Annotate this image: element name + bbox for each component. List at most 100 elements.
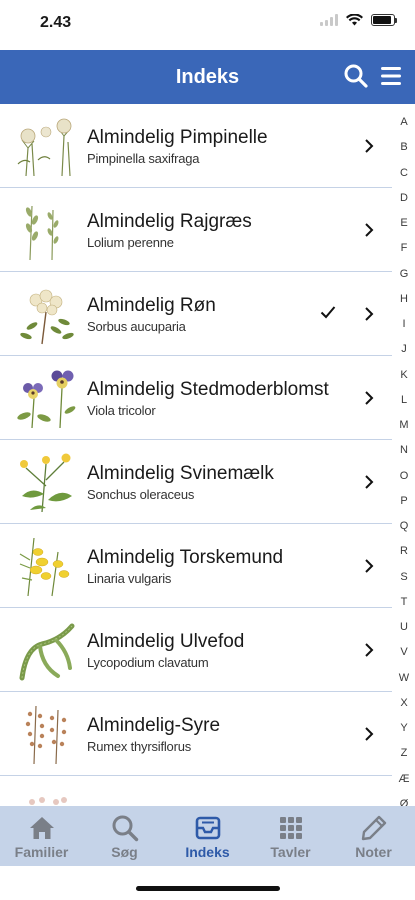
tab-sog[interactable]: Søg: [83, 806, 166, 866]
alphabet-index[interactable]: A B C D E F G H I J K L M N O P Q R S T …: [393, 116, 415, 810]
inbox-icon: [195, 816, 220, 840]
alphabet-letter[interactable]: T: [401, 596, 408, 608]
grass-plant-illustration: [25, 205, 59, 261]
list-item[interactable]: Almindelig Torskemund Linaria vulgaris: [0, 524, 392, 608]
search-icon: [112, 815, 138, 842]
home-icon: [29, 817, 54, 839]
alphabet-letter[interactable]: M: [399, 419, 408, 431]
rowan-plant-illustration: [20, 289, 74, 345]
alphabet-letter[interactable]: B: [400, 141, 407, 153]
status-time: 2.43: [40, 14, 72, 31]
chevron-right-icon: [365, 223, 374, 237]
row-text: Almindelig Pimpinelle Pimpinella saxifra…: [87, 104, 342, 187]
alphabet-letter[interactable]: Æ: [399, 773, 410, 785]
species-name: Almindelig Ulvefod: [87, 630, 245, 652]
alphabet-letter[interactable]: R: [400, 545, 408, 557]
alphabet-letter[interactable]: N: [400, 444, 408, 456]
list-item-partial[interactable]: [0, 776, 392, 806]
chevron-right-icon: [365, 643, 374, 657]
chevron-right-icon: [365, 139, 374, 153]
latin-name: Lolium perenne: [87, 234, 174, 250]
chevron-right-icon: [365, 559, 374, 573]
chevron-right-icon: [365, 727, 374, 741]
home-indicator-area: [0, 866, 415, 900]
alphabet-letter[interactable]: Z: [401, 747, 408, 759]
alphabet-letter[interactable]: H: [400, 293, 408, 305]
tab-tavler[interactable]: Tavler: [249, 806, 332, 866]
alphabet-letter[interactable]: V: [400, 646, 407, 658]
alphabet-letter[interactable]: G: [400, 268, 409, 280]
list-item[interactable]: Almindelig Røn Sorbus aucuparia: [0, 272, 392, 356]
checkmark-icon: [320, 306, 336, 319]
alphabet-letter[interactable]: S: [400, 571, 407, 583]
tab-noter[interactable]: Noter: [332, 806, 415, 866]
list-item[interactable]: Almindelig Svinemælk Sonchus oleraceus: [0, 440, 392, 524]
alphabet-letter[interactable]: D: [400, 192, 408, 204]
tab-label: Noter: [355, 844, 392, 860]
pansy-plant-illustration: [17, 370, 76, 429]
latin-name: Lycopodium clavatum: [87, 654, 209, 670]
alphabet-letter[interactable]: E: [400, 217, 407, 229]
alphabet-letter[interactable]: Y: [400, 722, 407, 734]
latin-name: Sonchus oleraceus: [87, 486, 195, 502]
pencil-icon: [361, 815, 386, 841]
row-text: Almindelig Stedmoderblomst Viola tricolo…: [87, 356, 342, 439]
clubmoss-plant-illustration: [19, 623, 75, 681]
alphabet-letter[interactable]: F: [401, 242, 408, 254]
row-text: Almindelig Svinemælk Sonchus oleraceus: [87, 440, 342, 523]
list-item[interactable]: Almindelig Ulvefod Lycopodium clavatum: [0, 608, 392, 692]
alphabet-letter[interactable]: C: [400, 167, 408, 179]
species-name: Almindelig Rajgræs: [87, 210, 252, 232]
alphabet-letter[interactable]: A: [400, 116, 407, 128]
chevron-right-icon: [365, 391, 374, 405]
alphabet-letter[interactable]: U: [400, 621, 408, 633]
list-item[interactable]: Almindelig Pimpinelle Pimpinella saxifra…: [0, 104, 392, 188]
tab-label: Indeks: [185, 844, 230, 860]
species-name: Almindelig Røn: [87, 294, 216, 316]
alphabet-letter[interactable]: Q: [400, 520, 409, 532]
row-text: Almindelig Røn Sorbus aucuparia: [87, 272, 342, 355]
species-name: Almindelig Pimpinelle: [87, 126, 268, 148]
status-bar: 2.43: [0, 0, 415, 50]
row-text: Almindelig-Syre Rumex thyrsiflorus: [87, 692, 342, 775]
tab-familier[interactable]: Familier: [0, 806, 83, 866]
alphabet-letter[interactable]: K: [400, 369, 407, 381]
species-list[interactable]: Almindelig Pimpinelle Pimpinella saxifra…: [0, 104, 392, 806]
list-item[interactable]: Almindelig Stedmoderblomst Viola tricolo…: [0, 356, 392, 440]
home-indicator[interactable]: [136, 886, 280, 891]
sorrel-plant-illustration: [25, 705, 67, 765]
alphabet-letter[interactable]: I: [402, 318, 405, 330]
latin-name: Rumex thyrsiflorus: [87, 738, 192, 754]
nav-bar: Indeks: [0, 50, 415, 104]
hamburger-menu-icon[interactable]: [379, 64, 403, 88]
status-icons: [320, 14, 397, 26]
species-name: Almindelig-Syre: [87, 714, 221, 736]
grid-icon: [279, 817, 302, 839]
tab-label: Familier: [14, 844, 69, 860]
battery-icon: [371, 14, 397, 26]
row-text: Almindelig Ulvefod Lycopodium clavatum: [87, 608, 342, 691]
alphabet-letter[interactable]: X: [400, 697, 407, 709]
tab-indeks[interactable]: Indeks: [166, 806, 249, 866]
tab-bar: Familier Søg Indeks Tavler Noter: [0, 806, 415, 866]
chevron-right-icon: [365, 475, 374, 489]
alphabet-letter[interactable]: W: [399, 672, 409, 684]
latin-name: Sorbus aucuparia: [87, 318, 186, 334]
list-item[interactable]: Almindelig Rajgræs Lolium perenne: [0, 188, 392, 272]
alphabet-letter[interactable]: L: [401, 394, 407, 406]
chevron-right-icon: [365, 307, 374, 321]
cellular-signal-icon: [320, 14, 338, 26]
toadflax-plant-illustration: [19, 537, 70, 597]
species-name: Almindelig Stedmoderblomst: [87, 378, 329, 400]
plant-illustration: [29, 797, 67, 805]
search-icon[interactable]: [343, 63, 369, 89]
alphabet-letter[interactable]: P: [400, 495, 407, 507]
row-text: Almindelig Torskemund Linaria vulgaris: [87, 524, 342, 607]
pimpinelle-plant-illustration: [17, 118, 72, 177]
sowthistle-plant-illustration: [20, 453, 72, 513]
alphabet-letter[interactable]: O: [400, 470, 409, 482]
list-item[interactable]: Almindelig-Syre Rumex thyrsiflorus: [0, 692, 392, 776]
latin-name: Pimpinella saxifraga: [87, 150, 200, 166]
tab-label: Søg: [111, 844, 138, 860]
alphabet-letter[interactable]: J: [401, 343, 407, 355]
